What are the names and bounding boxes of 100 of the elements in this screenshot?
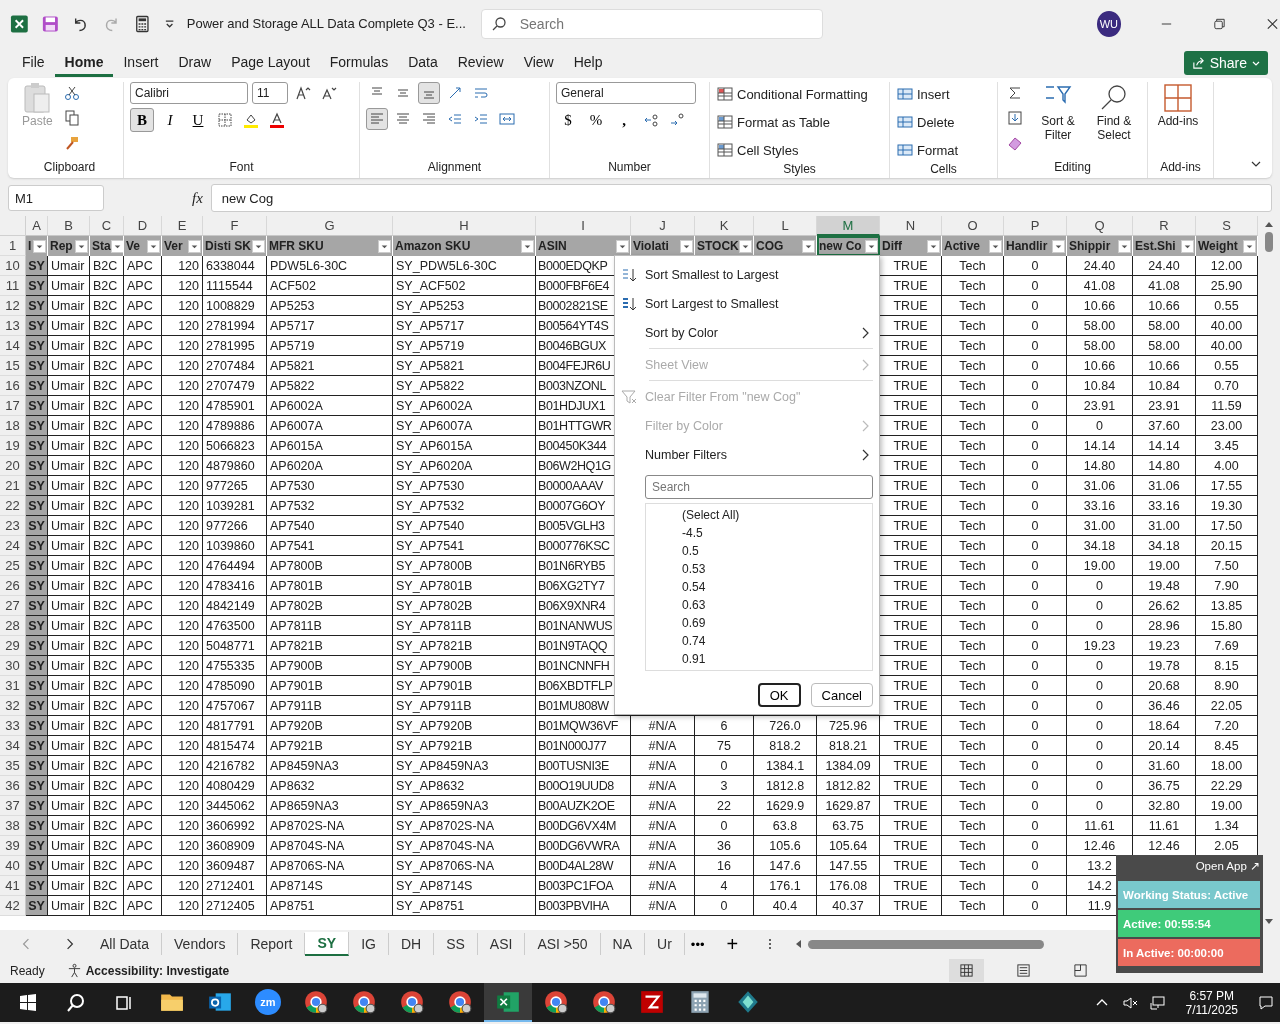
row-number[interactable]: 11 — [0, 276, 26, 296]
scrollbar-thumb[interactable] — [1265, 232, 1273, 252]
row-number[interactable]: 18 — [0, 416, 26, 436]
filter-value[interactable]: 0.63 — [682, 596, 872, 614]
sheet-tab[interactable]: Vendors — [162, 933, 239, 955]
row-number[interactable]: 34 — [0, 736, 26, 756]
ok-button[interactable]: OK — [757, 683, 801, 707]
number-format-dropdown[interactable]: General — [556, 82, 696, 104]
row-number[interactable]: 28 — [0, 616, 26, 636]
filter-dropdown-icon[interactable] — [110, 239, 123, 253]
filter-dropdown-icon[interactable] — [1243, 239, 1256, 253]
filter-dropdown-icon[interactable] — [989, 239, 1002, 253]
more-sheets-button[interactable]: ••• — [684, 936, 711, 952]
filter-dropdown-icon[interactable] — [802, 239, 815, 253]
column-header[interactable]: J — [631, 216, 695, 236]
row-number[interactable]: 21 — [0, 476, 26, 496]
filter-dropdown-icon[interactable] — [252, 239, 265, 253]
column-header[interactable]: Q — [1067, 216, 1133, 236]
open-app-link[interactable]: Open App ↗ — [1195, 859, 1260, 879]
row-number[interactable]: 32 — [0, 696, 26, 716]
row-number[interactable]: 13 — [0, 316, 26, 336]
scroll-down-icon[interactable] — [1264, 916, 1274, 926]
ribbon-tab[interactable]: View — [513, 49, 564, 77]
ribbon-tab[interactable]: File — [12, 49, 55, 77]
share-button[interactable]: Share — [1183, 51, 1268, 75]
row-number[interactable]: 26 — [0, 576, 26, 596]
row-number[interactable]: 37 — [0, 796, 26, 816]
filter-value[interactable]: 0.5 — [682, 542, 872, 560]
close-icon[interactable] — [1265, 16, 1280, 32]
bold-button[interactable]: B — [130, 108, 154, 132]
column-header[interactable]: N — [880, 216, 942, 236]
sheet-tab[interactable]: Ur — [645, 933, 685, 955]
column-header[interactable]: E — [162, 216, 203, 236]
cells-menu-button[interactable]: Insert — [896, 82, 950, 106]
row-number[interactable]: 16 — [0, 376, 26, 396]
previous-sheet-icon[interactable] — [20, 937, 32, 951]
filter-value[interactable]: 0.74 — [682, 632, 872, 650]
column-header[interactable]: K — [695, 216, 754, 236]
filter-value[interactable]: 0.69 — [682, 614, 872, 632]
name-box[interactable]: M1 — [8, 185, 104, 211]
underline-button[interactable]: U — [186, 108, 210, 132]
filter-value[interactable]: 0.91 — [682, 650, 872, 668]
filter-dropdown-icon[interactable] — [33, 239, 46, 253]
row-number[interactable]: 38 — [0, 816, 26, 836]
filter-value[interactable]: 0.54 — [682, 578, 872, 596]
filter-dropdown-icon[interactable] — [378, 239, 391, 253]
column-header[interactable]: A — [26, 216, 48, 236]
sort-filter-button[interactable]: Sort & Filter — [1034, 82, 1082, 142]
filter-dropdown-icon[interactable] — [680, 239, 693, 253]
row-number[interactable]: 30 — [0, 656, 26, 676]
filter-dropdown-icon[interactable] — [521, 239, 534, 253]
add-ins-button[interactable]: Add-ins — [1154, 82, 1202, 128]
ribbon-tab[interactable]: Data — [398, 49, 448, 77]
filter-dropdown-icon[interactable] — [1118, 239, 1131, 253]
row-number[interactable]: 31 — [0, 676, 26, 696]
column-header[interactable]: F — [203, 216, 267, 236]
filter-dropdown-icon[interactable] — [1181, 239, 1194, 253]
row-number[interactable]: 23 — [0, 516, 26, 536]
styles-menu-button[interactable]: Conditional Formatting — [716, 82, 868, 106]
next-sheet-icon[interactable] — [64, 937, 76, 951]
row-number[interactable]: 42 — [0, 896, 26, 916]
user-avatar[interactable]: WU — [1096, 11, 1122, 37]
filter-value[interactable]: -4.5 — [682, 524, 872, 542]
row-number[interactable]: 17 — [0, 396, 26, 416]
row-number[interactable]: 36 — [0, 776, 26, 796]
row-number[interactable]: 14 — [0, 336, 26, 356]
filter-dropdown-icon[interactable] — [616, 239, 629, 253]
filter-dropdown-icon[interactable] — [1052, 239, 1065, 253]
normal-view-icon[interactable] — [949, 959, 984, 982]
row-number[interactable]: 24 — [0, 536, 26, 556]
currency-button[interactable]: $ — [556, 108, 580, 132]
column-header[interactable]: R — [1133, 216, 1196, 236]
styles-menu-button[interactable]: Cell Styles — [716, 138, 799, 162]
row-number[interactable]: 10 — [0, 256, 26, 276]
column-header[interactable]: C — [90, 216, 124, 236]
align-bottom-icon[interactable] — [418, 82, 440, 104]
find-select-button[interactable]: Find & Select — [1090, 82, 1138, 142]
cancel-button[interactable]: Cancel — [810, 683, 873, 707]
filter-dropdown-icon[interactable] — [865, 239, 878, 253]
column-header[interactable]: I — [536, 216, 631, 236]
formula-field[interactable]: new Cog — [210, 184, 1272, 212]
sheet-tab[interactable]: IG — [349, 933, 389, 955]
save-icon[interactable] — [40, 14, 60, 34]
accessibility-status[interactable]: Accessibility: Investigate — [66, 963, 230, 978]
ribbon-tab[interactable]: Review — [447, 49, 514, 77]
font-family-dropdown[interactable]: Calibri — [130, 82, 248, 104]
sheet-tab[interactable]: ASI >50 — [525, 933, 601, 955]
row-number[interactable]: 27 — [0, 596, 26, 616]
font-size-dropdown[interactable]: 11 — [252, 82, 288, 104]
column-header[interactable]: H — [393, 216, 536, 236]
percent-button[interactable]: % — [584, 108, 608, 132]
sheet-tab[interactable]: All Data — [88, 933, 163, 955]
search-field[interactable]: Search — [645, 475, 873, 499]
row-number[interactable]: 35 — [0, 756, 26, 776]
align-left-icon[interactable] — [366, 108, 388, 130]
filter-value[interactable]: (Select All) — [682, 506, 872, 524]
column-header[interactable]: P — [1004, 216, 1067, 236]
row-number[interactable]: 40 — [0, 856, 26, 876]
customize-toolbar-icon[interactable] — [163, 18, 175, 30]
cells-menu-button[interactable]: Format — [896, 138, 959, 162]
